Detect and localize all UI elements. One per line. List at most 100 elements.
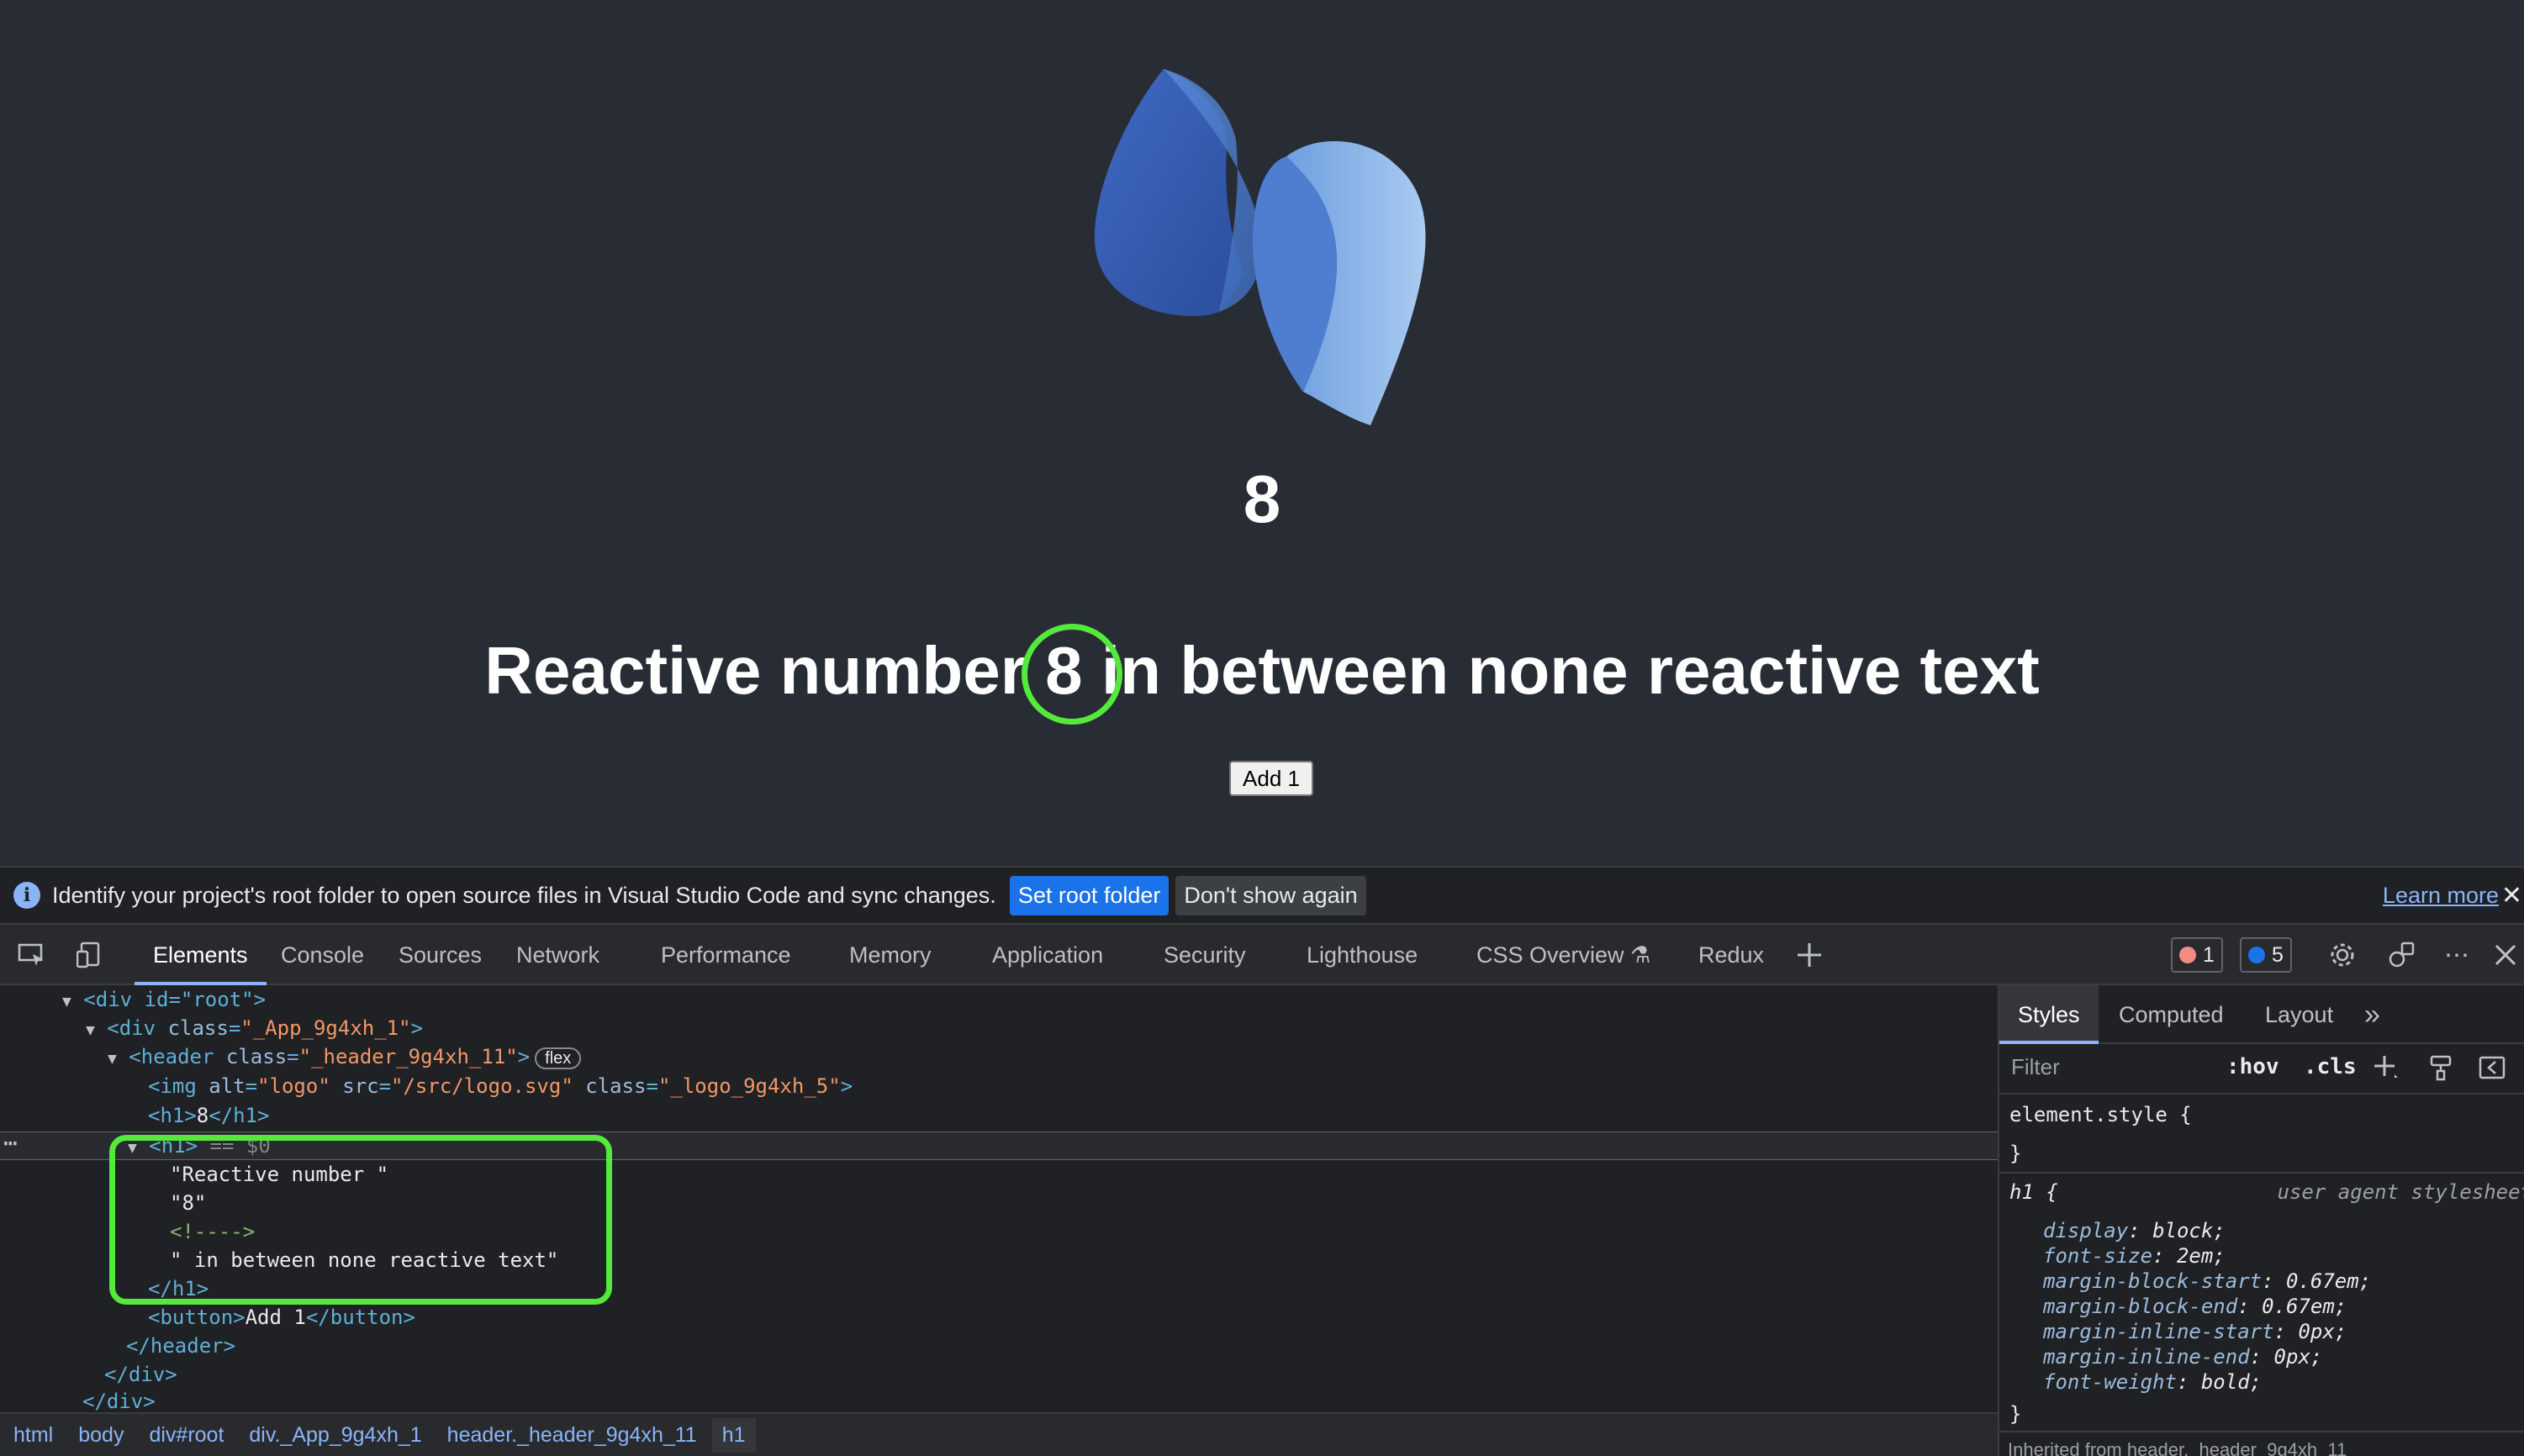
infobar-close-icon[interactable]: ✕ bbox=[2501, 881, 2522, 910]
reactive-text-before: Reactive number bbox=[484, 633, 1046, 708]
dom-line-div-close[interactable]: </div> bbox=[82, 1387, 156, 1412]
logo-image bbox=[1094, 69, 1426, 425]
tab-computed[interactable]: Computed bbox=[2119, 985, 2224, 1044]
dom-line-h1-first[interactable]: <h1>8</h1> bbox=[148, 1101, 270, 1130]
count-heading: 8 bbox=[1243, 462, 1281, 536]
tab-css-overview[interactable]: CSS Overview ⚗ bbox=[1476, 925, 1650, 985]
css-value: block; bbox=[2152, 1219, 2226, 1242]
img-alt-value: logo bbox=[269, 1074, 319, 1098]
dom-header-close: </header> bbox=[126, 1334, 236, 1358]
rule-separator bbox=[1999, 1172, 2524, 1174]
css-prop: font-size bbox=[2043, 1244, 2153, 1268]
styles-pane: Styles Computed Layout » Filter :hov .cl… bbox=[1998, 985, 2524, 1456]
tab-sources[interactable]: Sources bbox=[399, 925, 482, 985]
css-value: 0px; bbox=[2273, 1345, 2323, 1369]
devtools-toolbar: Elements Console Sources Network Perform… bbox=[0, 925, 2524, 985]
paint-icon[interactable] bbox=[2425, 1051, 2458, 1084]
flex-badge[interactable]: flex bbox=[535, 1047, 582, 1069]
highlight-annotation-box bbox=[109, 1135, 612, 1305]
tab-console[interactable]: Console bbox=[281, 925, 364, 985]
device-toolbar-icon[interactable] bbox=[74, 940, 108, 970]
css-prop: display bbox=[2043, 1219, 2129, 1242]
tab-security[interactable]: Security bbox=[1164, 925, 1246, 985]
dom-tag: button bbox=[160, 1306, 234, 1329]
inspect-icon[interactable] bbox=[15, 940, 49, 970]
css-prop: margin-block-start bbox=[2043, 1269, 2263, 1293]
dom-button-text: Add 1 bbox=[245, 1306, 306, 1329]
dom-line-header-close[interactable]: </header> bbox=[126, 1332, 235, 1360]
css-declaration[interactable]: margin-block-end: 0.67em; bbox=[2043, 1295, 2347, 1318]
add-tab-icon[interactable] bbox=[1793, 940, 1826, 970]
dom-line-button[interactable]: <button>Add 1</button> bbox=[148, 1303, 415, 1332]
css-declaration[interactable]: display: block; bbox=[2043, 1219, 2226, 1242]
learn-more-link[interactable]: Learn more bbox=[2383, 883, 2499, 909]
error-icon bbox=[2179, 947, 2196, 963]
css-declaration[interactable]: font-size: 2em; bbox=[2043, 1244, 2226, 1268]
css-declaration[interactable]: margin-inline-start: 0px; bbox=[2043, 1320, 2347, 1343]
dom-line-img[interactable]: <img alt="logo" src="/src/logo.svg" clas… bbox=[148, 1072, 853, 1100]
css-value: 2em; bbox=[2176, 1244, 2226, 1268]
h1-rule-selector[interactable]: h1 { bbox=[2009, 1180, 2058, 1204]
img-class-value: _logo_9g4xh_5 bbox=[670, 1074, 829, 1098]
tab-performance[interactable]: Performance bbox=[661, 925, 791, 985]
tab-memory[interactable]: Memory bbox=[849, 925, 932, 985]
tab-lighthouse[interactable]: Lighthouse bbox=[1307, 925, 1418, 985]
more-icon[interactable]: ⋯ bbox=[2440, 940, 2474, 970]
dom-line-root[interactable]: ▼ <div id="root"> bbox=[62, 985, 266, 1014]
infobar-message: Identify your project's root folder to o… bbox=[52, 882, 996, 908]
settings-icon[interactable] bbox=[2326, 940, 2359, 970]
breadcrumb-item[interactable]: header._header_9g4xh_11 bbox=[447, 1423, 697, 1448]
dom-line-div-close[interactable]: </div> bbox=[104, 1360, 177, 1389]
img-src-value[interactable]: /src/logo.svg bbox=[403, 1074, 561, 1098]
tab-styles[interactable]: Styles bbox=[1999, 985, 2099, 1044]
flask-icon: ⚗ bbox=[1624, 942, 1651, 968]
hov-toggle[interactable]: :hov bbox=[2226, 1054, 2279, 1079]
set-root-folder-button[interactable]: Set root folder bbox=[1009, 875, 1170, 915]
dom-h1-close: </h1> bbox=[209, 1104, 270, 1127]
dom-line-header[interactable]: ▼ <header class="_header_9g4xh_11"> flex bbox=[108, 1042, 582, 1071]
css-value: 0.67em; bbox=[2286, 1269, 2372, 1293]
breadcrumb-item[interactable]: body bbox=[78, 1423, 124, 1448]
add-one-button[interactable]: Add 1 bbox=[1229, 761, 1313, 796]
tab-layout[interactable]: Layout bbox=[2265, 985, 2333, 1044]
message-count: 5 bbox=[2272, 942, 2284, 967]
styles-subtabs: Styles Computed Layout » bbox=[1999, 985, 2524, 1044]
expand-arrow-icon[interactable]: ▼ bbox=[62, 993, 71, 1010]
tab-redux[interactable]: Redux bbox=[1698, 925, 1764, 985]
css-value: 0px; bbox=[2298, 1320, 2347, 1343]
dom-div-close: </div> bbox=[104, 1363, 177, 1386]
tab-network[interactable]: Network bbox=[516, 925, 599, 985]
reactive-heading: Reactive number 8 in between none reacti… bbox=[0, 624, 2524, 725]
node-actions-dots[interactable]: ⋯ bbox=[3, 1132, 18, 1160]
dont-show-again-button[interactable]: Don't show again bbox=[1175, 875, 1366, 915]
expand-arrow-icon[interactable]: ▼ bbox=[108, 1050, 117, 1068]
more-tabs-icon[interactable]: » bbox=[2364, 985, 2380, 1044]
close-icon[interactable] bbox=[2489, 940, 2522, 970]
breadcrumb: html body div#root div._App_9g4xh_1 head… bbox=[0, 1412, 1998, 1456]
css-value: bold; bbox=[2200, 1370, 2263, 1394]
dom-line-app-div[interactable]: ▼ <div class="_App_9g4xh_1"> bbox=[86, 1014, 423, 1042]
customize-icon[interactable] bbox=[2384, 940, 2418, 970]
breadcrumb-item[interactable]: div#root bbox=[149, 1423, 224, 1448]
dom-root-open: <div id="root"> bbox=[83, 988, 267, 1011]
dom-div-close: </div> bbox=[82, 1390, 156, 1412]
breadcrumb-item[interactable]: div._App_9g4xh_1 bbox=[249, 1423, 421, 1448]
new-rule-icon[interactable] bbox=[2369, 1051, 2403, 1084]
breadcrumb-item[interactable]: html bbox=[13, 1423, 53, 1448]
message-count-badge[interactable]: 5 bbox=[2240, 937, 2292, 973]
tab-elements[interactable]: Elements bbox=[135, 925, 267, 985]
filter-input[interactable]: Filter bbox=[2011, 1054, 2060, 1080]
inherited-from-label[interactable]: Inherited from header._header_9g4xh_11 bbox=[2008, 1439, 2347, 1456]
css-declaration[interactable]: margin-inline-end: 0px; bbox=[2043, 1345, 2322, 1369]
expand-arrow-icon[interactable]: ▼ bbox=[86, 1021, 95, 1039]
tab-application[interactable]: Application bbox=[992, 925, 1103, 985]
sidebar-toggle-icon[interactable] bbox=[2475, 1051, 2509, 1084]
cls-toggle[interactable]: .cls bbox=[2304, 1054, 2357, 1079]
element-style-selector[interactable]: element.style { bbox=[2009, 1103, 2192, 1126]
error-count: 1 bbox=[2203, 942, 2215, 967]
error-count-badge[interactable]: 1 bbox=[2171, 937, 2223, 973]
css-declaration[interactable]: margin-block-start: 0.67em; bbox=[2043, 1269, 2371, 1293]
breadcrumb-item-current[interactable]: h1 bbox=[711, 1417, 756, 1453]
css-prop: margin-inline-start bbox=[2043, 1320, 2274, 1343]
css-declaration[interactable]: font-weight: bold; bbox=[2043, 1370, 2262, 1394]
